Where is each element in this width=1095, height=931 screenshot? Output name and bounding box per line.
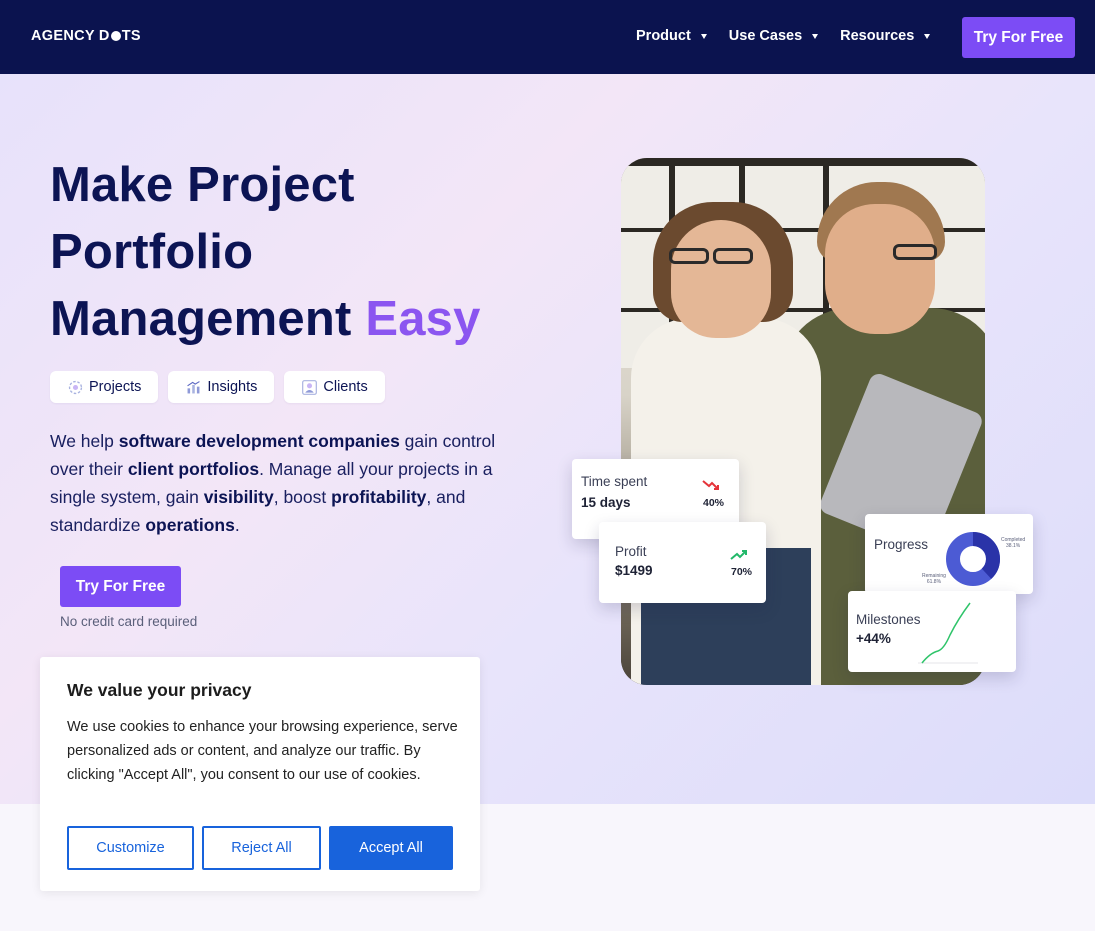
main-menu: Product Use Cases Resources (636, 28, 931, 44)
hero-description: We help software development companies g… (50, 427, 520, 539)
cookie-consent-banner: We value your privacy We use cookies to … (40, 657, 480, 891)
cookie-accept-button[interactable]: Accept All (329, 826, 453, 870)
headline-line-1: Make Project (50, 158, 355, 212)
menu-item-resources[interactable]: Resources (840, 28, 931, 44)
card-percent: 40% (703, 497, 725, 509)
headline-line-2: Portfolio (50, 225, 254, 279)
milestones-card: Milestones +44% (848, 591, 1016, 672)
feature-chips: Projects Insights Clients (50, 371, 385, 403)
donut-completed-label: Completed 38.1% (1001, 537, 1025, 549)
menu-item-label: Product (636, 28, 691, 44)
desc-text: , boost (273, 487, 332, 507)
desc-bold: software development companies (118, 431, 400, 451)
cookie-customize-button[interactable]: Customize (67, 826, 194, 870)
cookie-body: We use cookies to enhance your browsing … (67, 719, 458, 783)
logo-text-suffix: TS (121, 28, 141, 44)
cookie-reject-button[interactable]: Reject All (202, 826, 321, 870)
desc-bold: visibility (203, 487, 274, 507)
hero-headline: Make Project Portfolio Management Easy (50, 152, 481, 353)
chip-label: Clients (323, 379, 368, 395)
card-percent: 70% (731, 566, 753, 578)
menu-item-product[interactable]: Product (636, 28, 707, 44)
insights-icon (187, 380, 201, 393)
clients-icon (302, 379, 318, 395)
mini-value: 61.8% (926, 579, 942, 585)
progress-donut-chart (946, 532, 1000, 586)
menu-item-label: Use Cases (728, 28, 803, 44)
caret-down-icon (812, 33, 819, 39)
menu-item-use-cases[interactable]: Use Cases (728, 28, 819, 44)
cookie-title: We value your privacy (67, 680, 252, 700)
card-label: Progress (874, 537, 929, 552)
menu-item-label: Resources (840, 28, 915, 44)
desc-bold: profitability (331, 487, 427, 507)
card-value: +44% (856, 631, 891, 646)
trend-down-icon (702, 480, 719, 490)
card-label: Milestones (856, 612, 921, 627)
card-value: $1499 (615, 563, 653, 578)
trend-up-icon (730, 550, 747, 560)
no-credit-card-note: No credit card required (60, 614, 198, 629)
profit-card: Profit $1499 70% (599, 522, 766, 603)
desc-bold: client portfolios (127, 459, 260, 479)
progress-card: Progress Completed 38.1% Remaining 61.8% (865, 514, 1033, 594)
chip-insights[interactable]: Insights (168, 371, 275, 403)
chip-clients[interactable]: Clients (284, 371, 385, 403)
chip-projects[interactable]: Projects (50, 371, 159, 403)
top-nav: AGENCY D TS Product Use Cases Resources T… (0, 0, 1095, 74)
mini-value: 38.1% (1006, 543, 1021, 549)
nav-try-free-button[interactable]: Try For Free (962, 17, 1075, 58)
headline-accent: Easy (365, 292, 481, 346)
desc-bold: operations (145, 515, 235, 535)
headline-line-3: Management (50, 292, 352, 346)
projects-icon (68, 380, 83, 394)
chip-label: Insights (207, 379, 258, 395)
hero-try-free-button[interactable]: Try For Free (60, 566, 181, 607)
logo-dot (110, 31, 121, 41)
logo-text-prefix: AGENCY D (31, 28, 110, 44)
caret-down-icon (924, 33, 931, 39)
donut-remaining-label: Remaining 61.8% (922, 573, 946, 585)
agency-dots-logo[interactable]: AGENCY D TS (31, 28, 141, 44)
caret-down-icon (700, 33, 707, 39)
milestones-line-chart (918, 602, 978, 664)
chip-label: Projects (89, 379, 142, 395)
desc-text: We help (50, 431, 119, 451)
desc-text: . (234, 515, 240, 535)
